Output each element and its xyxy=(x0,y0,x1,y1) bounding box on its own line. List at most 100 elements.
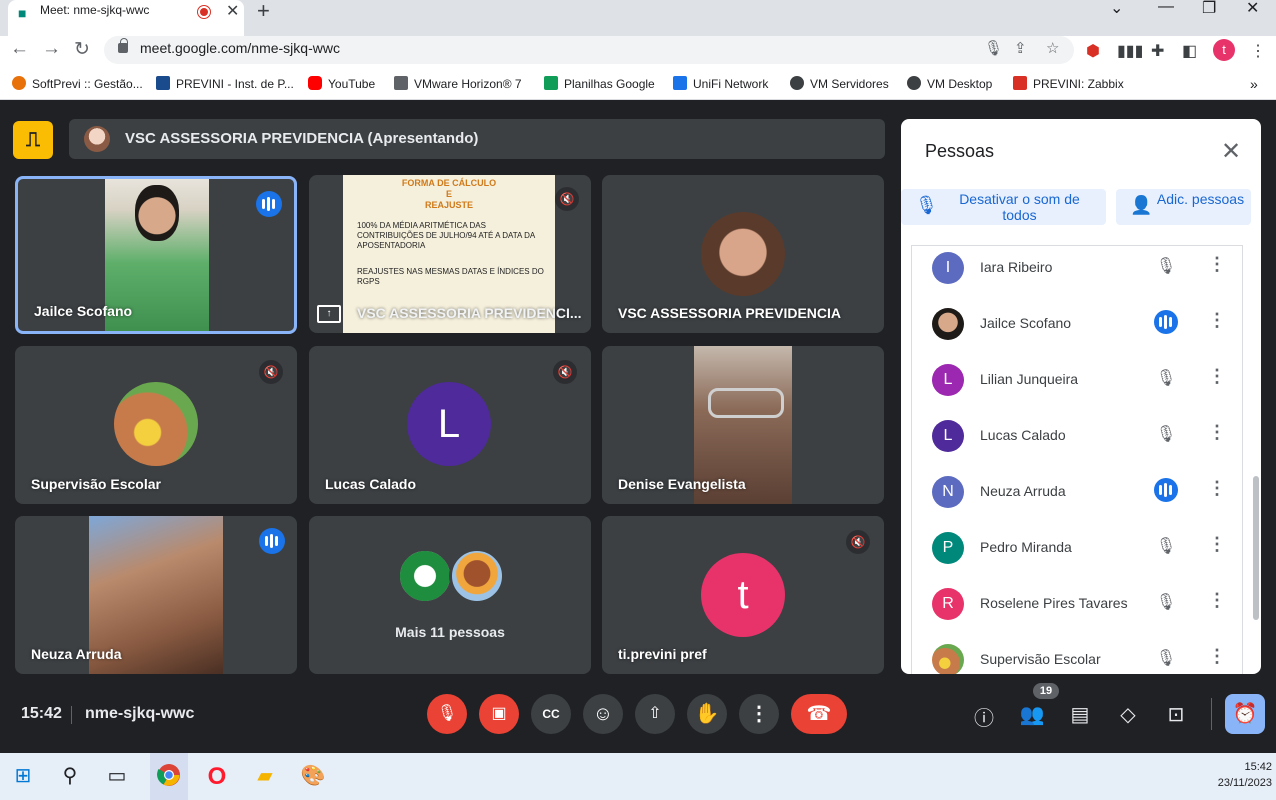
opera-icon[interactable]: O xyxy=(202,763,232,791)
bookmark-star-icon[interactable]: ☆ xyxy=(1046,39,1059,57)
bookmark-planilhas[interactable]: Planilhas Google xyxy=(544,76,655,91)
minimize-button[interactable]: — xyxy=(1158,0,1174,16)
presentation-layout-icon[interactable]: ⎍ xyxy=(13,121,53,159)
participant-name: Denise Evangelista xyxy=(618,476,746,492)
list-item[interactable]: Supervisão Escolar 🎙 ⋮ xyxy=(912,638,1242,674)
reload-icon[interactable]: ↻ xyxy=(74,38,90,61)
tab-search-icon[interactable]: ⌄ xyxy=(1110,0,1123,18)
new-tab-button[interactable]: + xyxy=(257,0,270,24)
list-item[interactable]: L Lucas Calado 🎙 ⋮ xyxy=(912,414,1242,470)
more-options-icon[interactable]: ⋮ xyxy=(1208,422,1226,443)
mic-off-icon[interactable]: 🎙 xyxy=(1154,424,1178,444)
more-options-icon[interactable]: ⋮ xyxy=(1208,590,1226,611)
participant-tile-ti-previni[interactable]: t 🔇 ti.previni pref xyxy=(602,516,884,674)
participant-name: Jailce Scofano xyxy=(34,303,133,319)
captions-button[interactable]: CC xyxy=(531,694,571,734)
system-clock[interactable]: 15:42 23/11/2023 xyxy=(1200,759,1272,791)
toggle-camera-button[interactable]: ▣ xyxy=(479,694,519,734)
windows-start-icon[interactable]: ⊞ xyxy=(8,763,38,788)
omnibox[interactable]: meet.google.com/nme-sjkq-wwc 🎙 ⇪ ☆ xyxy=(104,36,1074,64)
more-options-icon[interactable]: ⋮ xyxy=(1208,646,1226,667)
mic-off-icon[interactable]: 🎙 xyxy=(1154,648,1178,668)
extensions-puzzle-icon[interactable]: ✚ xyxy=(1151,41,1164,61)
close-window-button[interactable]: ✕ xyxy=(1246,0,1259,18)
paint-icon[interactable]: 🎨 xyxy=(298,763,328,788)
participant-tile-neuza[interactable]: Neuza Arruda xyxy=(15,516,297,674)
bookmark-youtube[interactable]: YouTube xyxy=(308,76,375,91)
extension-stop-icon[interactable]: ⬢ xyxy=(1086,41,1100,61)
bookmark-vm-desktop[interactable]: VM Desktop xyxy=(907,76,992,91)
host-controls-icon[interactable]: ⊡ xyxy=(1162,702,1190,727)
participant-tile-jailce[interactable]: Jailce Scofano xyxy=(15,176,297,334)
reactions-button[interactable]: ☺ xyxy=(583,694,623,734)
avatar: N xyxy=(932,476,964,508)
bookmark-zabbix[interactable]: PREVINI: Zabbix xyxy=(1013,76,1124,91)
more-options-button[interactable]: ⋮ xyxy=(739,694,779,734)
file-explorer-icon[interactable]: ▰ xyxy=(250,763,280,788)
mic-off-icon[interactable]: 🎙 xyxy=(1154,592,1178,612)
mic-off-icon[interactable]: 🎙 xyxy=(1154,368,1178,388)
participant-tile-vsc[interactable]: VSC ASSESSORIA PREVIDENCIA xyxy=(602,175,884,333)
mic-off-icon[interactable]: 🎙 xyxy=(1154,536,1178,556)
side-panel-icon[interactable]: ◧ xyxy=(1182,41,1197,61)
bookmark-vm-servidores[interactable]: VM Servidores xyxy=(790,76,889,91)
present-screen-button[interactable]: ⇧ xyxy=(635,694,675,734)
participant-tile-denise[interactable]: Denise Evangelista xyxy=(602,346,884,504)
list-item[interactable]: L Lilian Junqueira 🎙 ⋮ xyxy=(912,358,1242,414)
participant-list[interactable]: I Iara Ribeiro 🎙 ⋮ Jailce Scofano ⋮ L Li… xyxy=(911,245,1243,674)
add-people-button[interactable]: 👤 Adic. pessoas xyxy=(1116,189,1251,225)
mute-all-button[interactable]: 🎙 Desativar o som de todos xyxy=(901,189,1106,225)
task-view-icon[interactable]: ▭ xyxy=(102,763,132,788)
raise-hand-button[interactable]: ✋ xyxy=(687,694,727,734)
alarm-clock-button[interactable]: ⏰ xyxy=(1225,694,1265,734)
toggle-microphone-button[interactable]: 🎙 xyxy=(427,694,467,734)
participant-tile-lucas[interactable]: L 🔇 Lucas Calado xyxy=(309,346,591,504)
profile-avatar[interactable]: t xyxy=(1213,39,1235,61)
panel-scrollbar[interactable] xyxy=(1253,476,1259,620)
participant-name: VSC ASSESSORIA PREVIDENCIA xyxy=(618,305,842,321)
chrome-icon[interactable] xyxy=(154,763,184,793)
list-item[interactable]: N Neuza Arruda ⋮ xyxy=(912,470,1242,526)
more-options-icon[interactable]: ⋮ xyxy=(1208,366,1226,387)
more-options-icon[interactable]: ⋮ xyxy=(1208,534,1226,555)
bookmark-unifi[interactable]: UniFi Network xyxy=(673,76,768,91)
list-item[interactable]: Jailce Scofano ⋮ xyxy=(912,302,1242,358)
panel-title: Pessoas xyxy=(925,141,995,161)
bookmark-vmware[interactable]: VMware Horizon® 7 xyxy=(394,76,522,91)
bookmark-previni[interactable]: PREVINI - Inst. de P... xyxy=(156,76,294,91)
people-icon[interactable]: 👥 xyxy=(1018,702,1046,727)
url-text[interactable]: meet.google.com/nme-sjkq-wwc xyxy=(140,40,340,56)
extension-audio-icon[interactable]: ▮▮▮ xyxy=(1117,41,1143,61)
more-options-icon[interactable]: ⋮ xyxy=(1208,478,1226,499)
list-item[interactable]: R Roselene Pires Tavares 🎙 ⋮ xyxy=(912,582,1242,638)
more-participants-tile[interactable]: Mais 11 pessoas xyxy=(309,516,591,674)
meeting-details-icon[interactable]: ⓘ xyxy=(970,702,998,731)
close-panel-icon[interactable]: ✕ xyxy=(1221,137,1241,166)
microphone-icon[interactable]: 🎙 xyxy=(984,39,1003,57)
share-icon[interactable]: ⇪ xyxy=(1014,39,1027,57)
add-person-icon: 👤 xyxy=(1130,195,1153,215)
leave-call-button[interactable]: ☎ xyxy=(791,694,847,734)
activities-icon[interactable]: ◇ xyxy=(1114,702,1142,727)
list-item[interactable]: I Iara Ribeiro 🎙 ⋮ xyxy=(912,246,1242,302)
list-item[interactable]: P Pedro Miranda 🎙 ⋮ xyxy=(912,526,1242,582)
presenter-banner[interactable]: VSC ASSESSORIA PREVIDENCIA (Apresentando… xyxy=(69,119,885,159)
more-options-icon[interactable]: ⋮ xyxy=(1208,310,1226,331)
participant-tile-supervisao[interactable]: 🔇 Supervisão Escolar xyxy=(15,346,297,504)
browser-menu-icon[interactable]: ⋮ xyxy=(1250,41,1266,61)
participant-tile-presentation[interactable]: FORMA DE CÁLCULO E REAJUSTE 100% DA MÉDI… xyxy=(309,175,591,333)
forward-icon[interactable]: → xyxy=(42,38,61,60)
participant-count-badge: 19 xyxy=(1033,683,1059,699)
back-icon[interactable]: ← xyxy=(10,38,29,60)
bookmarks-overflow-icon[interactable]: » xyxy=(1250,76,1258,92)
tab-close-icon[interactable]: ✕ xyxy=(226,1,239,21)
recording-indicator-icon xyxy=(198,6,210,18)
bookmark-softprevi[interactable]: SoftPrevi :: Gestão... xyxy=(12,76,143,91)
mic-off-icon: 🔇 xyxy=(259,360,283,384)
restore-button[interactable]: ❐ xyxy=(1202,0,1216,18)
browser-tab[interactable]: ■ Meet: nme-sjkq-wwc ✕ xyxy=(8,0,244,36)
more-options-icon[interactable]: ⋮ xyxy=(1208,254,1226,275)
search-icon[interactable]: ⚲ xyxy=(55,763,85,788)
mic-off-icon[interactable]: 🎙 xyxy=(1154,256,1178,276)
chat-icon[interactable]: ▤ xyxy=(1066,702,1094,727)
